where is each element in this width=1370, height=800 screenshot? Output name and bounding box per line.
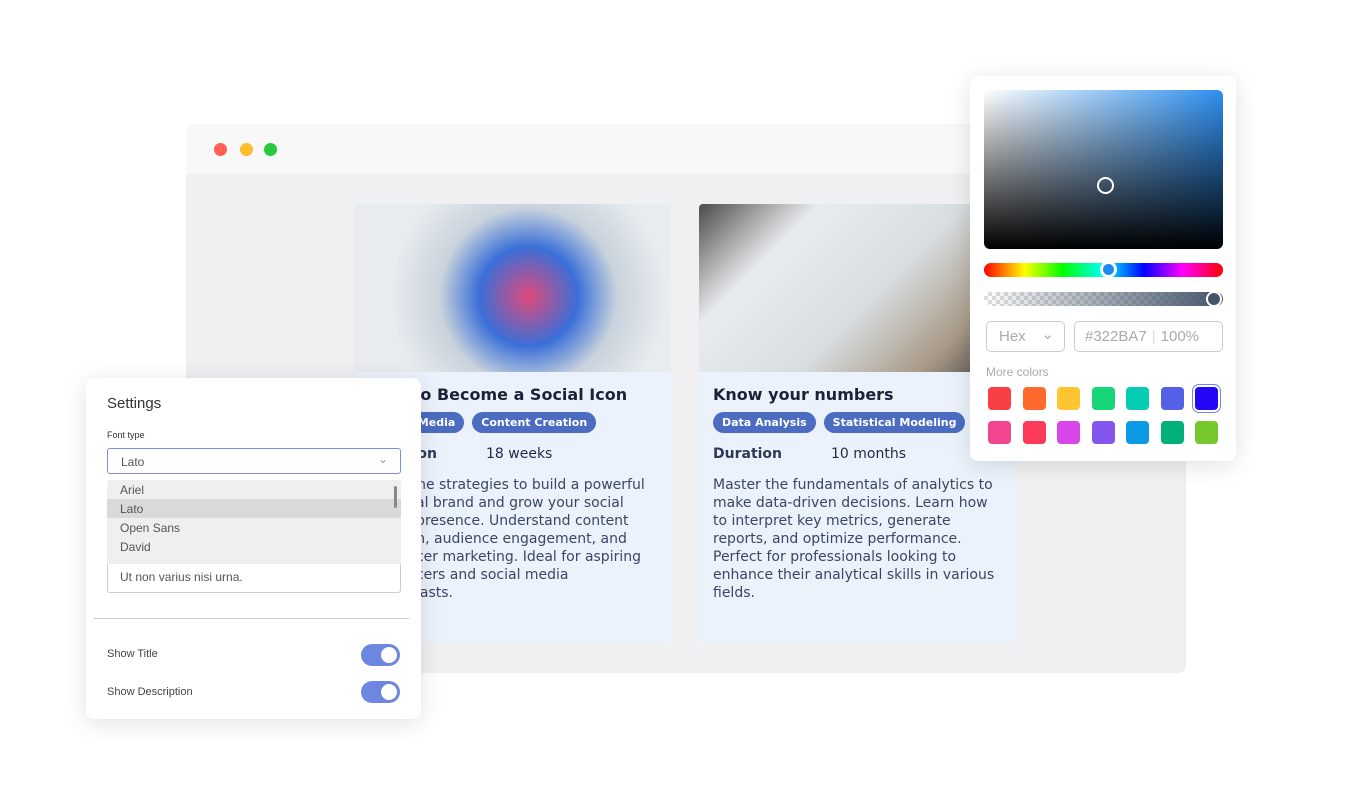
font-type-select[interactable]: Lato ⌄ (107, 448, 401, 474)
more-colors-label: More colors (986, 365, 1049, 379)
tag[interactable]: Statistical Modeling (823, 412, 966, 433)
color-swatch[interactable] (1057, 387, 1080, 410)
color-swatch[interactable] (1126, 387, 1149, 410)
chevron-down-icon: ⌄ (1041, 326, 1054, 343)
close-window-button[interactable] (214, 143, 227, 156)
opacity-slider[interactable] (984, 292, 1223, 306)
chevron-down-icon: ⌄ (377, 452, 388, 466)
minimize-window-button[interactable] (240, 143, 253, 156)
course-card[interactable]: Know your numbers Data Analysis Statistic… (699, 204, 1016, 642)
color-swatch[interactable] (1022, 387, 1046, 410)
show-description-label: Show Description (107, 686, 193, 698)
color-swatch[interactable] (1091, 421, 1115, 444)
opacity-value: 100% (1160, 328, 1200, 345)
hue-handle[interactable] (1100, 261, 1117, 278)
color-swatch[interactable] (1195, 421, 1218, 444)
divider (94, 618, 409, 619)
show-description-toggle[interactable] (361, 681, 400, 703)
opacity-handle[interactable] (1206, 291, 1222, 307)
phone-apps-image (354, 204, 671, 372)
maximize-window-button[interactable] (264, 143, 277, 156)
font-type-value: Lato (121, 455, 145, 469)
color-swatch[interactable] (1022, 421, 1046, 444)
show-title-label: Show Title (107, 648, 158, 660)
font-type-label: Font type (107, 430, 145, 440)
color-swatch[interactable] (1160, 421, 1184, 444)
color-swatch[interactable] (1057, 421, 1080, 444)
tag[interactable]: Content Creation (472, 412, 597, 433)
saturation-area[interactable] (984, 90, 1223, 249)
saturation-handle[interactable] (1097, 177, 1114, 194)
font-option[interactable]: David (107, 537, 401, 556)
format-value: Hex (999, 328, 1026, 345)
font-option-selected[interactable]: Lato (107, 499, 401, 518)
color-swatch[interactable] (1091, 387, 1115, 410)
duration-label: Duration (713, 446, 783, 462)
card-description: Master the fundamentals of analytics to … (713, 477, 995, 601)
data-analysis-image (699, 204, 1016, 372)
duration-value: 10 months (831, 446, 906, 462)
settings-panel: Settings Font type Lato ⌄ Ariel Lato Open… (86, 378, 421, 719)
description-textarea[interactable]: Ut non varius nisi urna. (107, 564, 401, 593)
scrollbar[interactable] (394, 486, 397, 508)
color-swatch[interactable] (1160, 387, 1184, 410)
font-option[interactable]: Open Sans (107, 518, 401, 537)
tag[interactable]: Data Analysis (713, 412, 816, 433)
hex-input[interactable]: #322BA7 | 100% (1074, 321, 1223, 352)
color-picker: Hex ⌄ #322BA7 | 100% More colors (970, 76, 1236, 461)
settings-title: Settings (107, 395, 162, 412)
font-options-list[interactable]: Ariel Lato Open Sans David (107, 480, 401, 564)
color-swatch[interactable] (1195, 387, 1218, 410)
color-swatch[interactable] (988, 421, 1011, 444)
duration-value: 18 weeks (486, 446, 553, 462)
color-swatch[interactable] (1126, 421, 1149, 444)
show-title-toggle[interactable] (361, 644, 400, 666)
color-format-select[interactable]: Hex ⌄ (986, 321, 1065, 352)
hex-value: #322BA7 (1085, 328, 1147, 345)
color-swatch[interactable] (988, 387, 1011, 410)
font-option[interactable]: Ariel (107, 480, 401, 499)
